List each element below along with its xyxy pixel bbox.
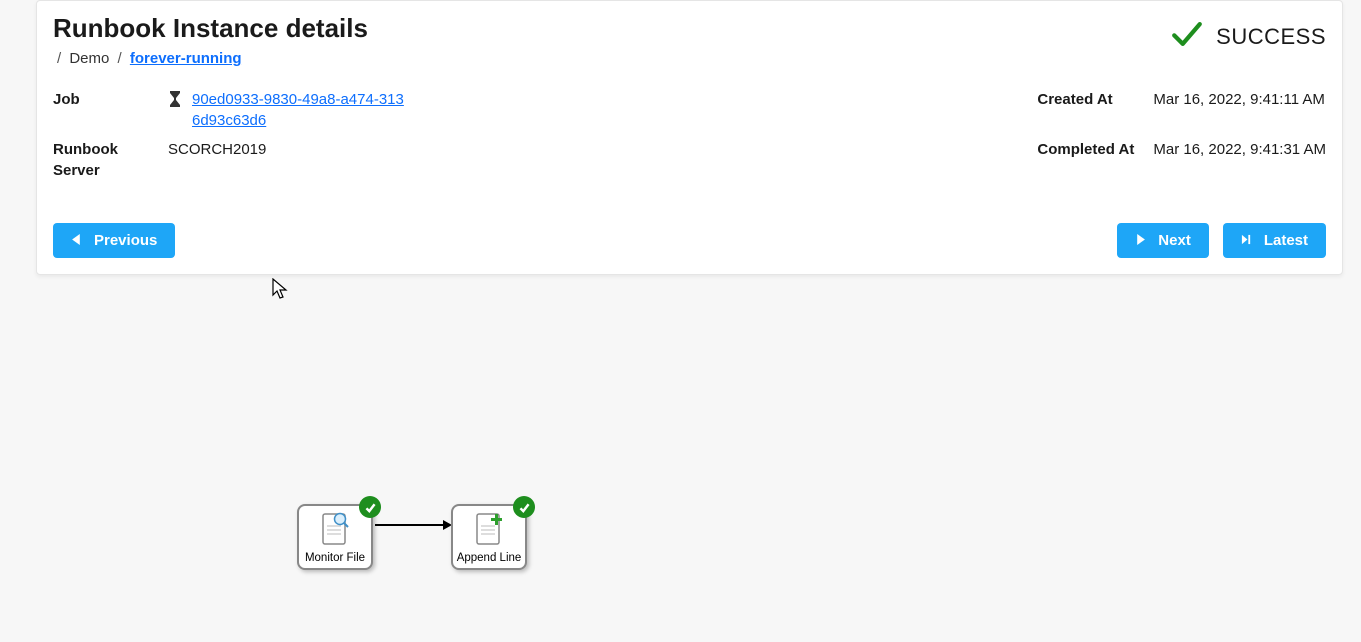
details-left: Job 90ed0933-9830-49a8-a474-3136d93c63d6…	[53, 89, 408, 181]
actions-left: Previous	[53, 223, 175, 258]
breadcrumb: / Demo / forever-running	[53, 50, 368, 67]
latest-button[interactable]: Latest	[1223, 223, 1326, 258]
diagram-node-label: Monitor File	[305, 552, 365, 565]
title-block: Runbook Instance details / Demo / foreve…	[53, 13, 368, 67]
breadcrumb-sep: /	[57, 50, 61, 67]
mouse-cursor-icon	[272, 278, 288, 300]
details-right: Created At Mar 16, 2022, 9:41:11 AM Comp…	[1037, 89, 1326, 181]
runbook-server-label: Runbook Server	[53, 139, 168, 181]
next-button[interactable]: Next	[1117, 223, 1209, 258]
success-badge-icon	[359, 496, 381, 518]
triangle-right-icon	[1135, 232, 1146, 249]
details-row: Job 90ed0933-9830-49a8-a474-3136d93c63d6…	[53, 89, 1326, 181]
triangle-left-icon	[71, 232, 82, 249]
page-title: Runbook Instance details	[53, 13, 368, 44]
success-badge-icon	[513, 496, 535, 518]
diagram-node-monitor-file[interactable]: Monitor File	[297, 504, 373, 570]
job-value: 90ed0933-9830-49a8-a474-3136d93c63d6	[168, 89, 408, 131]
diagram-node-label: Append Line	[457, 552, 522, 565]
runbook-server-value: SCORCH2019	[168, 139, 408, 181]
details-card: Runbook Instance details / Demo / foreve…	[36, 0, 1343, 275]
breadcrumb-sep: /	[118, 50, 122, 67]
hourglass-icon	[168, 91, 182, 113]
breadcrumb-item-demo[interactable]: Demo	[69, 50, 109, 67]
job-label: Job	[53, 89, 168, 131]
success-check-icon	[1170, 17, 1204, 56]
status-block: SUCCESS	[1170, 13, 1326, 56]
created-at-value: Mar 16, 2022, 9:41:11 AM	[1153, 89, 1326, 131]
status-text: SUCCESS	[1216, 24, 1326, 50]
actions-right: Next Latest	[1117, 223, 1326, 258]
created-at-label: Created At	[1037, 89, 1153, 131]
latest-button-label: Latest	[1264, 232, 1308, 249]
diagram-node-append-line[interactable]: Append Line	[451, 504, 527, 570]
completed-at-label: Completed At	[1037, 139, 1153, 181]
breadcrumb-item-forever-running[interactable]: forever-running	[130, 50, 242, 67]
workflow-diagram[interactable]: Monitor File Append Line	[0, 272, 1361, 642]
next-button-label: Next	[1158, 232, 1191, 249]
previous-button[interactable]: Previous	[53, 223, 175, 258]
completed-at-value: Mar 16, 2022, 9:41:31 AM	[1153, 139, 1326, 181]
diagram-arrow	[375, 524, 443, 526]
job-id-link[interactable]: 90ed0933-9830-49a8-a474-3136d93c63d6	[192, 89, 408, 131]
previous-button-label: Previous	[94, 232, 157, 249]
card-header: Runbook Instance details / Demo / foreve…	[53, 13, 1326, 67]
actions-row: Previous Next Latest	[53, 223, 1326, 258]
skip-forward-icon	[1241, 232, 1252, 249]
